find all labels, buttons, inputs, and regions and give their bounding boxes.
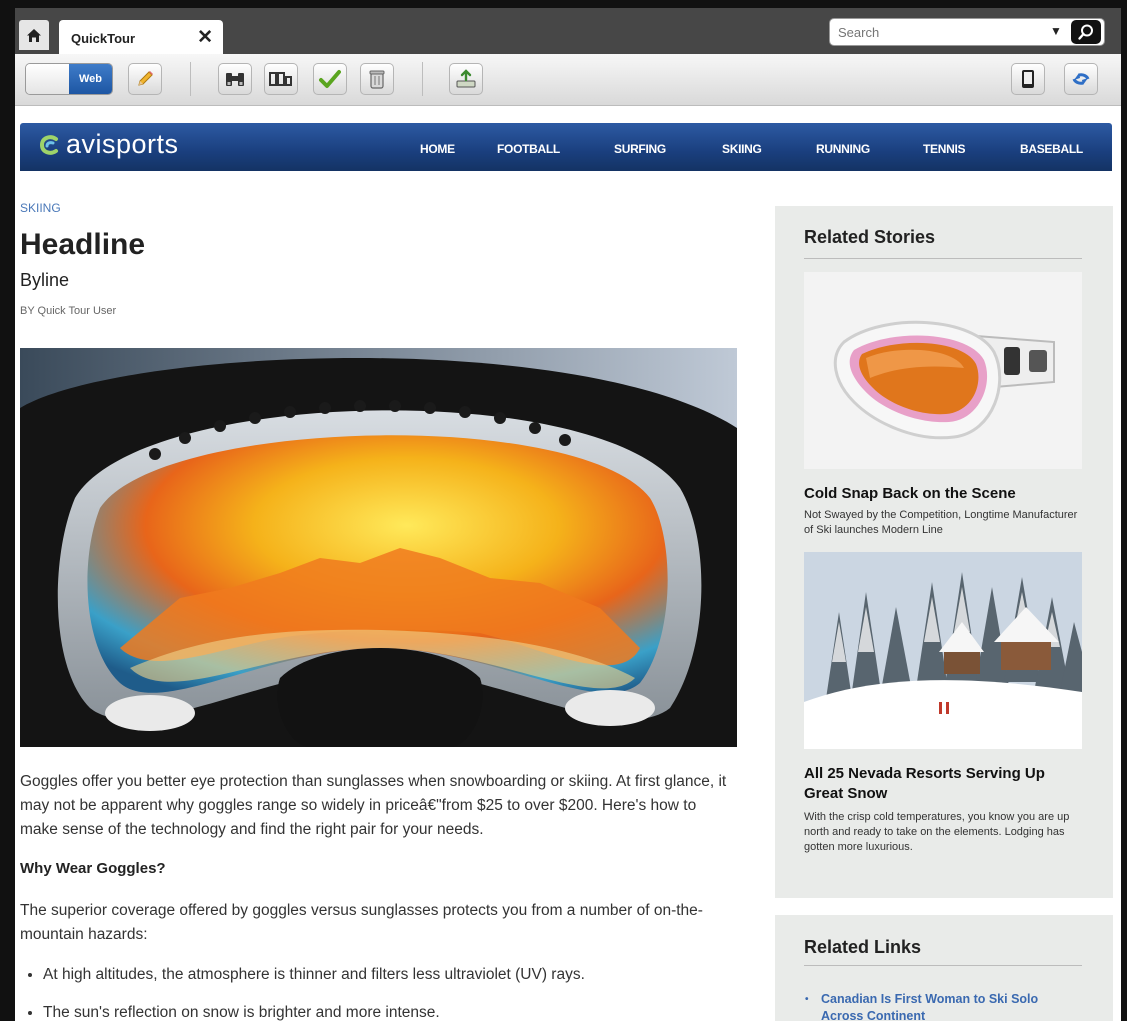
nav-skiing[interactable]: SKIING [722, 142, 762, 156]
toggle-off-side[interactable] [26, 64, 69, 94]
search-button[interactable] [1071, 20, 1101, 44]
goggles-product-illustration [804, 272, 1082, 469]
related-links-panel: Related Links • Canadian Is First Woman … [775, 915, 1113, 1021]
home-button[interactable] [19, 20, 49, 50]
app-window: QuickTour ✕ ▼ Web [15, 8, 1121, 1021]
related-stories-panel: Related Stories Cold Snap Back on the Sc… [775, 206, 1113, 898]
section-label[interactable]: SKIING [20, 201, 61, 215]
bullet: • [805, 994, 809, 1005]
logo-swirl-icon [39, 134, 58, 155]
toolbar: Web [15, 54, 1121, 106]
binoculars-icon [226, 73, 244, 86]
device-preview-button[interactable] [1011, 63, 1045, 95]
layout-button[interactable] [264, 63, 298, 95]
mobile-device-icon [1022, 70, 1034, 88]
swap-arrows-icon [1072, 73, 1090, 85]
publish-button[interactable] [449, 63, 483, 95]
nav-tennis[interactable]: TENNIS [923, 142, 966, 156]
upload-tray-icon [456, 69, 476, 88]
snow-resort-illustration [804, 552, 1082, 749]
logo-text: avisports [66, 129, 179, 159]
story-desc: With the crisp cold temperatures, you kn… [804, 811, 1070, 853]
divider [804, 965, 1082, 966]
article-paragraph-2: The superior coverage offered by goggles… [20, 902, 703, 943]
nav-surfing[interactable]: SURFING [614, 142, 666, 156]
story-title[interactable]: All 25 Nevada Resorts Serving Up Great S… [804, 764, 1084, 804]
article-author: BY Quick Tour User [20, 305, 117, 317]
nav-football[interactable]: FOOTBALL [497, 142, 560, 156]
toolbar-separator [190, 62, 191, 96]
toolbar-separator [422, 62, 423, 96]
delete-button[interactable] [360, 63, 394, 95]
tab-quicktour[interactable]: QuickTour ✕ [59, 20, 223, 54]
hero-image-goggles [20, 348, 737, 747]
search-input[interactable] [838, 23, 1038, 41]
story-image-goggles[interactable] [804, 272, 1082, 469]
site-logo[interactable]: avisports [38, 129, 179, 160]
article-byline: Byline [20, 270, 70, 290]
list-item: At high altitudes, the atmosphere is thi… [43, 966, 743, 984]
related-stories-title: Related Stories [804, 227, 936, 247]
related-link[interactable]: • Canadian Is First Woman to Ski Solo Ac… [805, 991, 1075, 1021]
article-paragraph-1: Goggles offer you better eye protection … [20, 773, 727, 838]
search-icon [1078, 24, 1093, 40]
find-button[interactable] [218, 63, 252, 95]
search-box: ▼ [829, 18, 1105, 46]
home-icon [27, 28, 41, 42]
related-links-title: Related Links [804, 937, 922, 957]
columns-icon [269, 72, 292, 86]
story-image-snow-resort[interactable] [804, 552, 1082, 749]
close-tab-icon[interactable]: ✕ [197, 26, 213, 49]
nav-baseball[interactable]: BASEBALL [1020, 142, 1083, 156]
refresh-button[interactable] [1064, 63, 1098, 95]
edit-button[interactable] [128, 63, 162, 95]
pencil-icon [138, 71, 153, 86]
divider [804, 258, 1082, 259]
goggles-illustration [20, 348, 737, 747]
tab-bar: QuickTour ✕ ▼ [15, 8, 1121, 54]
site-nav-bar: avisports HOME FOOTBALL SURFING SKIING R… [20, 123, 1112, 171]
story-desc: Not Swayed by the Competition, Longtime … [804, 509, 1078, 536]
checkmark-icon [319, 70, 341, 88]
article-bullet-list: At high altitudes, the atmosphere is thi… [43, 966, 743, 1021]
nav-home[interactable]: HOME [420, 142, 455, 156]
related-link-text[interactable]: Canadian Is First Woman to Ski Solo Acro… [821, 991, 1075, 1021]
chevron-down-icon[interactable]: ▼ [1050, 24, 1062, 38]
trash-icon [369, 70, 385, 89]
web-view-toggle[interactable]: Web [25, 63, 113, 95]
list-item: The sun's reflection on snow is brighter… [43, 1004, 743, 1021]
article-headline: Headline [20, 228, 146, 261]
approve-button[interactable] [313, 63, 347, 95]
story-title[interactable]: Cold Snap Back on the Scene [804, 484, 1084, 504]
toggle-web-label[interactable]: Web [69, 64, 112, 94]
tab-label: QuickTour [71, 31, 136, 46]
nav-running[interactable]: RUNNING [816, 142, 870, 156]
article-subhead: Why Wear Goggles? [20, 860, 166, 877]
